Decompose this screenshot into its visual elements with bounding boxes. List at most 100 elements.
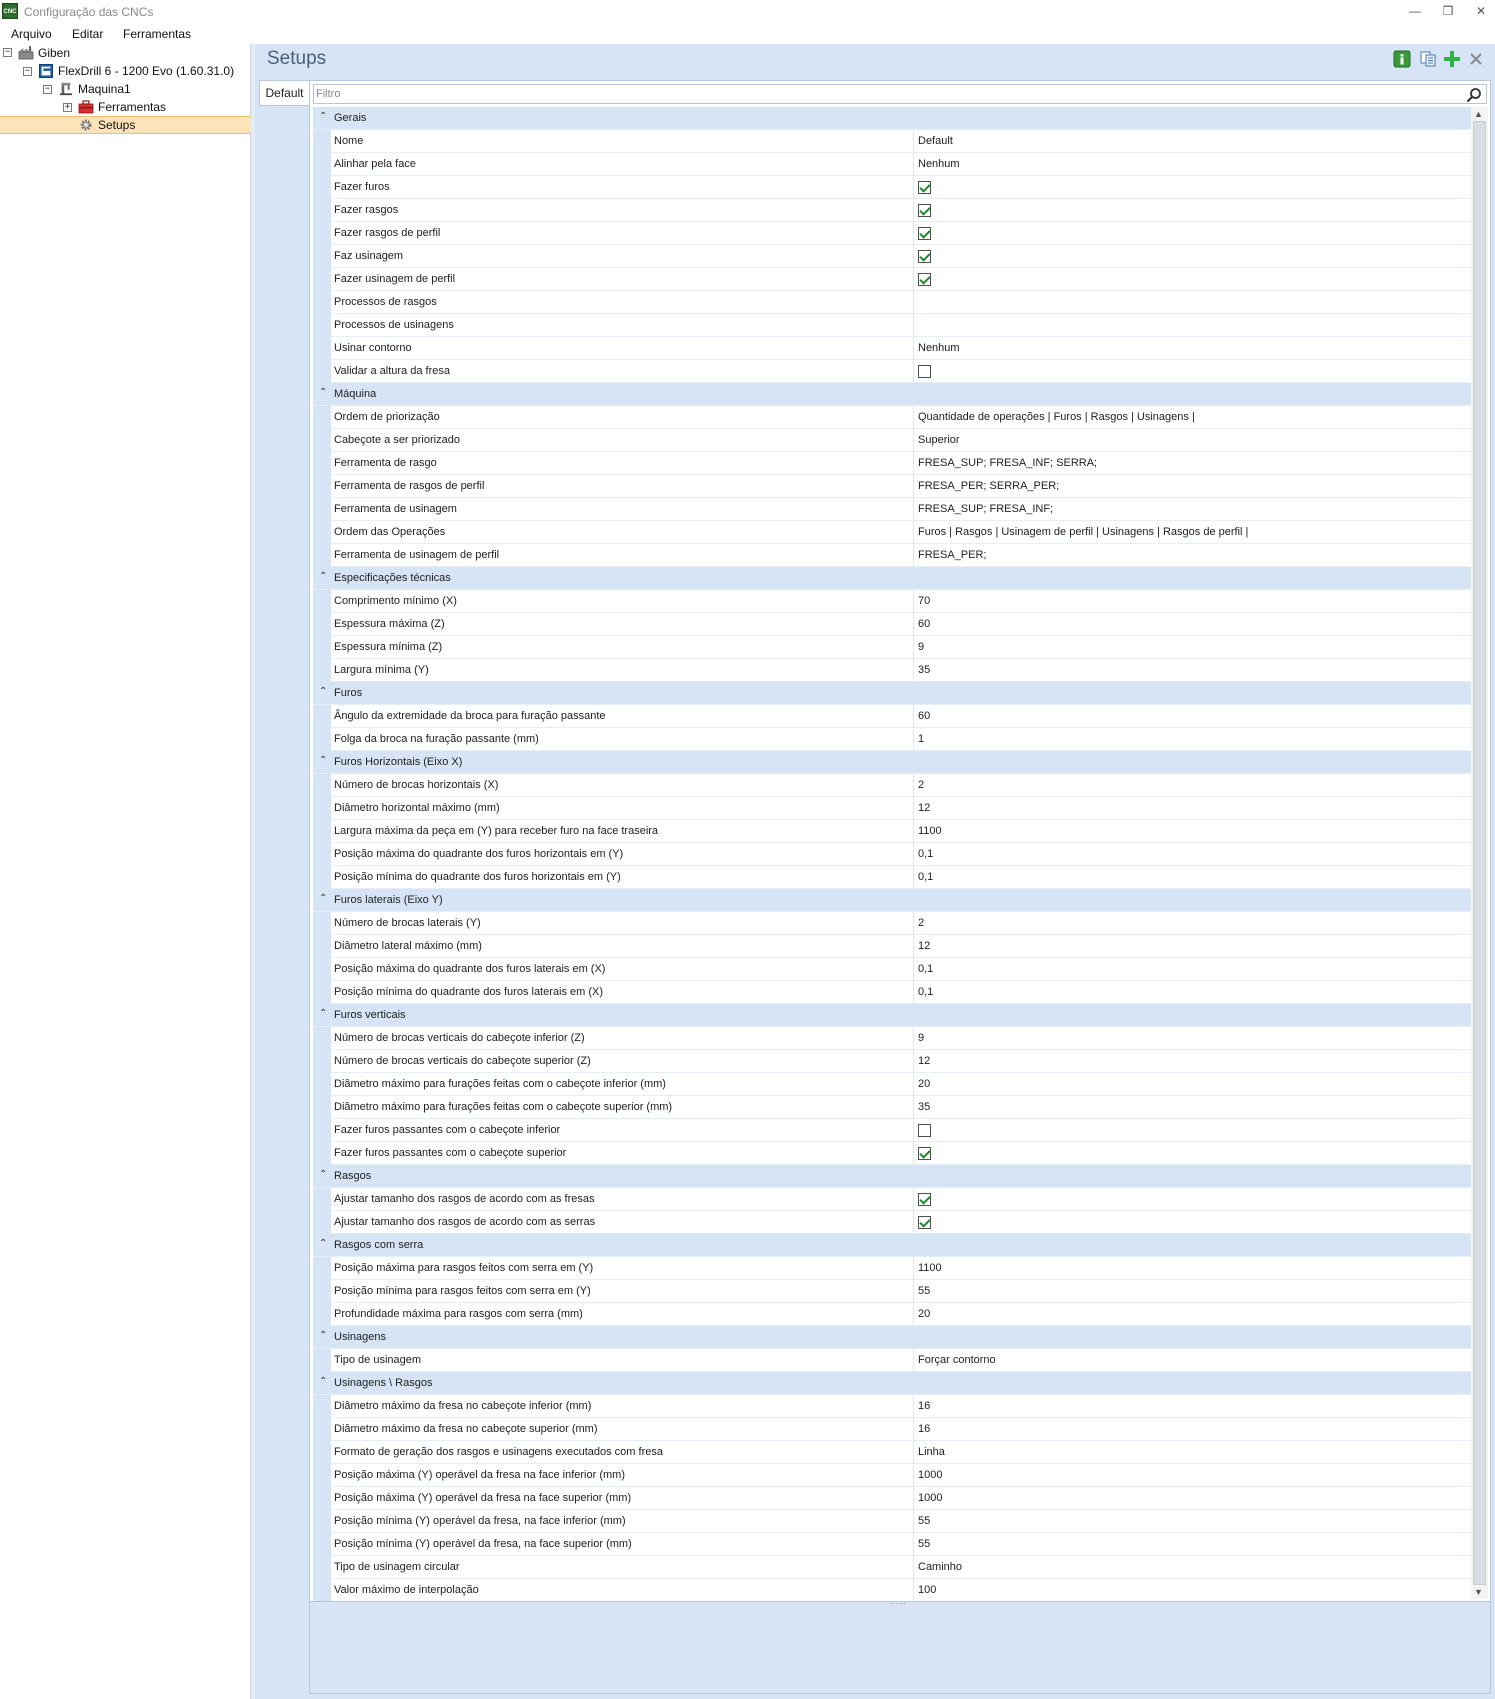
collapse-toggle[interactable]: −: [43, 85, 52, 94]
property-row[interactable]: Posição máxima (Y) operável da fresa na …: [313, 1464, 1471, 1487]
property-value[interactable]: 60: [918, 618, 930, 630]
collapse-toggle[interactable]: −: [23, 67, 32, 76]
property-row[interactable]: Tipo de usinagem circular Caminho: [313, 1556, 1471, 1579]
property-row[interactable]: Ferramenta de rasgo FRESA_SUP; FRESA_INF;…: [313, 452, 1471, 475]
property-value[interactable]: 20: [918, 1308, 930, 1320]
property-value[interactable]: 60: [918, 710, 930, 722]
property-checkbox[interactable]: [918, 1124, 931, 1137]
chevron-up-icon[interactable]: ⌃: [319, 1008, 327, 1019]
property-checkbox[interactable]: [918, 204, 931, 217]
property-row[interactable]: Espessura máxima (Z) 60: [313, 613, 1471, 636]
chevron-up-icon[interactable]: ⌃: [319, 571, 327, 582]
scroll-down-icon[interactable]: ▼: [1474, 1587, 1483, 1597]
copy-icon[interactable]: [1419, 50, 1437, 68]
property-value[interactable]: 1000: [918, 1469, 942, 1481]
property-value[interactable]: 35: [918, 1101, 930, 1113]
property-row[interactable]: Posição mínima do quadrante dos furos ho…: [313, 866, 1471, 889]
property-value[interactable]: 9: [918, 1032, 924, 1044]
search-icon[interactable]: [1466, 87, 1482, 103]
property-row[interactable]: Ordem das Operações Furos | Rasgos | Usin…: [313, 521, 1471, 544]
collapse-toggle[interactable]: −: [3, 48, 12, 57]
property-row[interactable]: Diâmetro horizontal máximo (mm) 12: [313, 797, 1471, 820]
property-row[interactable]: Ordem de priorização Quantidade de operaç…: [313, 406, 1471, 429]
restore-button[interactable]: ❐: [1437, 2, 1459, 20]
property-checkbox[interactable]: [918, 181, 931, 194]
property-checkbox[interactable]: [918, 273, 931, 286]
property-row[interactable]: Ajustar tamanho dos rasgos de acordo com…: [313, 1188, 1471, 1211]
property-value[interactable]: 35: [918, 664, 930, 676]
property-row[interactable]: Posição máxima para rasgos feitos com se…: [313, 1257, 1471, 1280]
property-row[interactable]: Largura máxima da peça em (Y) para receb…: [313, 820, 1471, 843]
chevron-up-icon[interactable]: ⌃: [319, 1169, 327, 1180]
property-row[interactable]: Posição mínima do quadrante dos furos la…: [313, 981, 1471, 1004]
property-value[interactable]: 16: [918, 1400, 930, 1412]
property-value[interactable]: 0,1: [918, 871, 933, 883]
property-row[interactable]: Diâmetro máximo da fresa no cabeçote inf…: [313, 1395, 1471, 1418]
property-value[interactable]: FRESA_SUP; FRESA_INF; SERRA;: [918, 457, 1097, 469]
property-value[interactable]: 12: [918, 1055, 930, 1067]
category-header[interactable]: ⌃ Usinagens \ Rasgos: [313, 1372, 1471, 1395]
property-value[interactable]: Caminho: [918, 1561, 962, 1573]
chevron-up-icon[interactable]: ⌃: [319, 387, 327, 398]
tree-node-machine-model[interactable]: FlexDrill 6 - 1200 Evo (1.60.31.0): [58, 62, 234, 80]
property-value[interactable]: Default: [918, 135, 953, 147]
property-value[interactable]: 55: [918, 1285, 930, 1297]
property-row[interactable]: Faz usinagem: [313, 245, 1471, 268]
property-row[interactable]: Posição mínima para rasgos feitos com se…: [313, 1280, 1471, 1303]
property-row[interactable]: Profundidade máxima para rasgos com serr…: [313, 1303, 1471, 1326]
property-value[interactable]: Forçar contorno: [918, 1354, 996, 1366]
property-row[interactable]: Usinar contorno Nenhum: [313, 337, 1471, 360]
property-value[interactable]: 100: [918, 1584, 936, 1596]
property-row[interactable]: Alinhar pela face Nenhum: [313, 153, 1471, 176]
property-row[interactable]: Fazer furos passantes com o cabeçote sup…: [313, 1142, 1471, 1165]
chevron-up-icon[interactable]: ⌃: [319, 1376, 327, 1387]
property-value[interactable]: FRESA_PER;: [918, 549, 986, 561]
filter-input[interactable]: [316, 86, 1456, 102]
property-checkbox[interactable]: [918, 1216, 931, 1229]
property-value[interactable]: 12: [918, 802, 930, 814]
property-row[interactable]: Comprimento mínimo (X) 70: [313, 590, 1471, 613]
property-value[interactable]: 55: [918, 1515, 930, 1527]
property-row[interactable]: Posição máxima do quadrante dos furos ho…: [313, 843, 1471, 866]
tab-default[interactable]: Default: [259, 80, 309, 106]
chevron-up-icon[interactable]: ⌃: [319, 893, 327, 904]
property-value[interactable]: 0,1: [918, 848, 933, 860]
close-window-button[interactable]: ✕: [1470, 2, 1492, 20]
property-value[interactable]: FRESA_SUP; FRESA_INF;: [918, 503, 1053, 515]
property-value[interactable]: 16: [918, 1423, 930, 1435]
property-row[interactable]: Fazer usinagem de perfil: [313, 268, 1471, 291]
property-value[interactable]: 2: [918, 779, 924, 791]
vertical-scrollbar[interactable]: ▲ ▼: [1471, 107, 1488, 1599]
property-row[interactable]: Posição mínima (Y) operável da fresa, na…: [313, 1510, 1471, 1533]
tree-node-tools[interactable]: Ferramentas: [98, 98, 166, 116]
property-row[interactable]: Posição máxima do quadrante dos furos la…: [313, 958, 1471, 981]
category-header[interactable]: ⌃ Máquina: [313, 383, 1471, 406]
property-value[interactable]: 1100: [918, 1262, 942, 1274]
property-value[interactable]: Quantidade de operações | Furos | Rasgos…: [918, 411, 1195, 423]
property-checkbox[interactable]: [918, 1193, 931, 1206]
property-row[interactable]: Número de brocas laterais (Y) 2: [313, 912, 1471, 935]
chevron-up-icon[interactable]: ⌃: [319, 1238, 327, 1249]
property-value[interactable]: 20: [918, 1078, 930, 1090]
property-value[interactable]: 9: [918, 641, 924, 653]
property-row[interactable]: Fazer rasgos: [313, 199, 1471, 222]
property-row[interactable]: Nome Default: [313, 130, 1471, 153]
property-value[interactable]: FRESA_PER; SERRA_PER;: [918, 480, 1059, 492]
property-row[interactable]: Espessura mínima (Z) 9: [313, 636, 1471, 659]
category-header[interactable]: ⌃ Furos laterais (Eixo Y): [313, 889, 1471, 912]
category-header[interactable]: ⌃ Furos: [313, 682, 1471, 705]
property-row[interactable]: Diâmetro máximo da fresa no cabeçote sup…: [313, 1418, 1471, 1441]
scroll-up-icon[interactable]: ▲: [1474, 109, 1483, 119]
property-value[interactable]: Linha: [918, 1446, 945, 1458]
property-row[interactable]: Processos de usinagens: [313, 314, 1471, 337]
property-value[interactable]: Nenhum: [918, 342, 960, 354]
property-value[interactable]: 1: [918, 733, 924, 745]
property-row[interactable]: Diâmetro lateral máximo (mm) 12: [313, 935, 1471, 958]
property-row[interactable]: Ajustar tamanho dos rasgos de acordo com…: [313, 1211, 1471, 1234]
menu-editar[interactable]: Editar: [72, 27, 103, 41]
property-value[interactable]: 70: [918, 595, 930, 607]
property-checkbox[interactable]: [918, 250, 931, 263]
property-value[interactable]: 0,1: [918, 963, 933, 975]
property-checkbox[interactable]: [918, 227, 931, 240]
property-row[interactable]: Formato de geração dos rasgos e usinagen…: [313, 1441, 1471, 1464]
